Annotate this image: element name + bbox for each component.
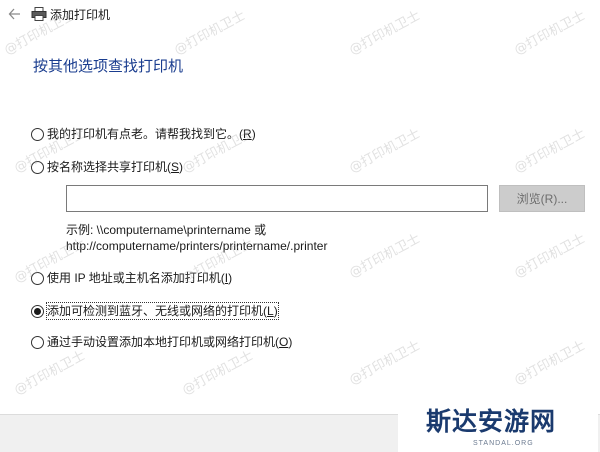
watermark: @打印机卫士 bbox=[346, 126, 423, 177]
printer-icon bbox=[31, 7, 47, 21]
option-shared-printer[interactable]: 按名称选择共享打印机(S) bbox=[31, 158, 183, 176]
watermark: @打印机卫士 bbox=[346, 338, 423, 389]
watermark: @打印机卫士 bbox=[11, 348, 88, 399]
title-bar: 添加打印机 bbox=[0, 0, 600, 30]
watermark: @打印机卫士 bbox=[346, 231, 423, 282]
radio-bluetooth-printer[interactable] bbox=[31, 304, 44, 318]
radio-shared-printer[interactable] bbox=[31, 160, 44, 174]
watermark: @打印机卫士 bbox=[511, 231, 588, 282]
radio-old-printer[interactable] bbox=[31, 127, 44, 141]
back-arrow-icon[interactable] bbox=[8, 5, 24, 23]
watermark: @打印机卫士 bbox=[179, 348, 256, 399]
option-manual-printer[interactable]: 通过手动设置添加本地打印机或网络打印机(O) bbox=[31, 333, 292, 351]
window-title: 添加打印机 bbox=[50, 8, 111, 22]
site-logo: 斯达安游网 STANDAL.ORG bbox=[398, 398, 598, 452]
option-ip-printer[interactable]: 使用 IP 地址或主机名添加打印机(I) bbox=[31, 269, 232, 287]
option-old-printer[interactable]: 我的打印机有点老。请帮我找到它。(R) bbox=[31, 125, 256, 143]
page-heading: 按其他选项查找打印机 bbox=[33, 58, 184, 75]
radio-ip-printer[interactable] bbox=[31, 271, 44, 285]
example-line-1: 示例: \\computername\printername 或 bbox=[66, 223, 267, 237]
option-bluetooth-printer-label: 添加可检测到蓝牙、无线或网络的打印机(L) bbox=[46, 302, 279, 320]
logo-subtext: STANDAL.ORG bbox=[473, 440, 534, 447]
option-old-printer-label: 我的打印机有点老。请帮我找到它。(R) bbox=[47, 127, 256, 141]
logo-text: 斯达安游网 bbox=[426, 407, 557, 436]
example-line-2: http://computername/printers/printername… bbox=[66, 239, 328, 253]
watermark: @打印机卫士 bbox=[511, 338, 588, 389]
watermark: @打印机卫士 bbox=[511, 126, 588, 177]
option-shared-printer-label: 按名称选择共享打印机(S) bbox=[47, 160, 184, 174]
option-manual-printer-label: 通过手动设置添加本地打印机或网络打印机(O) bbox=[47, 335, 293, 349]
option-ip-printer-label: 使用 IP 地址或主机名添加打印机(I) bbox=[47, 271, 233, 285]
option-bluetooth-printer[interactable]: 添加可检测到蓝牙、无线或网络的打印机(L) bbox=[31, 302, 279, 320]
radio-manual-printer[interactable] bbox=[31, 335, 44, 349]
shared-printer-input[interactable] bbox=[66, 185, 488, 212]
browse-button[interactable]: 浏览(R)... bbox=[499, 185, 585, 212]
